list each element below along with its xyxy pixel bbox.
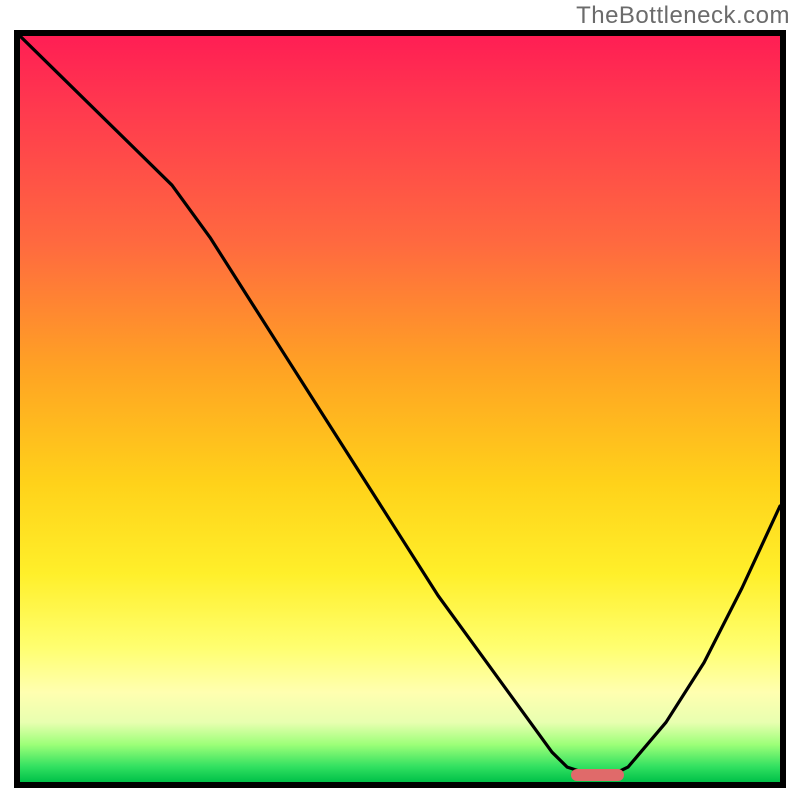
highlight-marker [571,769,624,781]
bottleneck-curve [20,36,780,782]
chart-frame: TheBottleneck.com [0,0,800,800]
plot-area [14,30,786,788]
watermark-text: TheBottleneck.com [576,2,790,30]
